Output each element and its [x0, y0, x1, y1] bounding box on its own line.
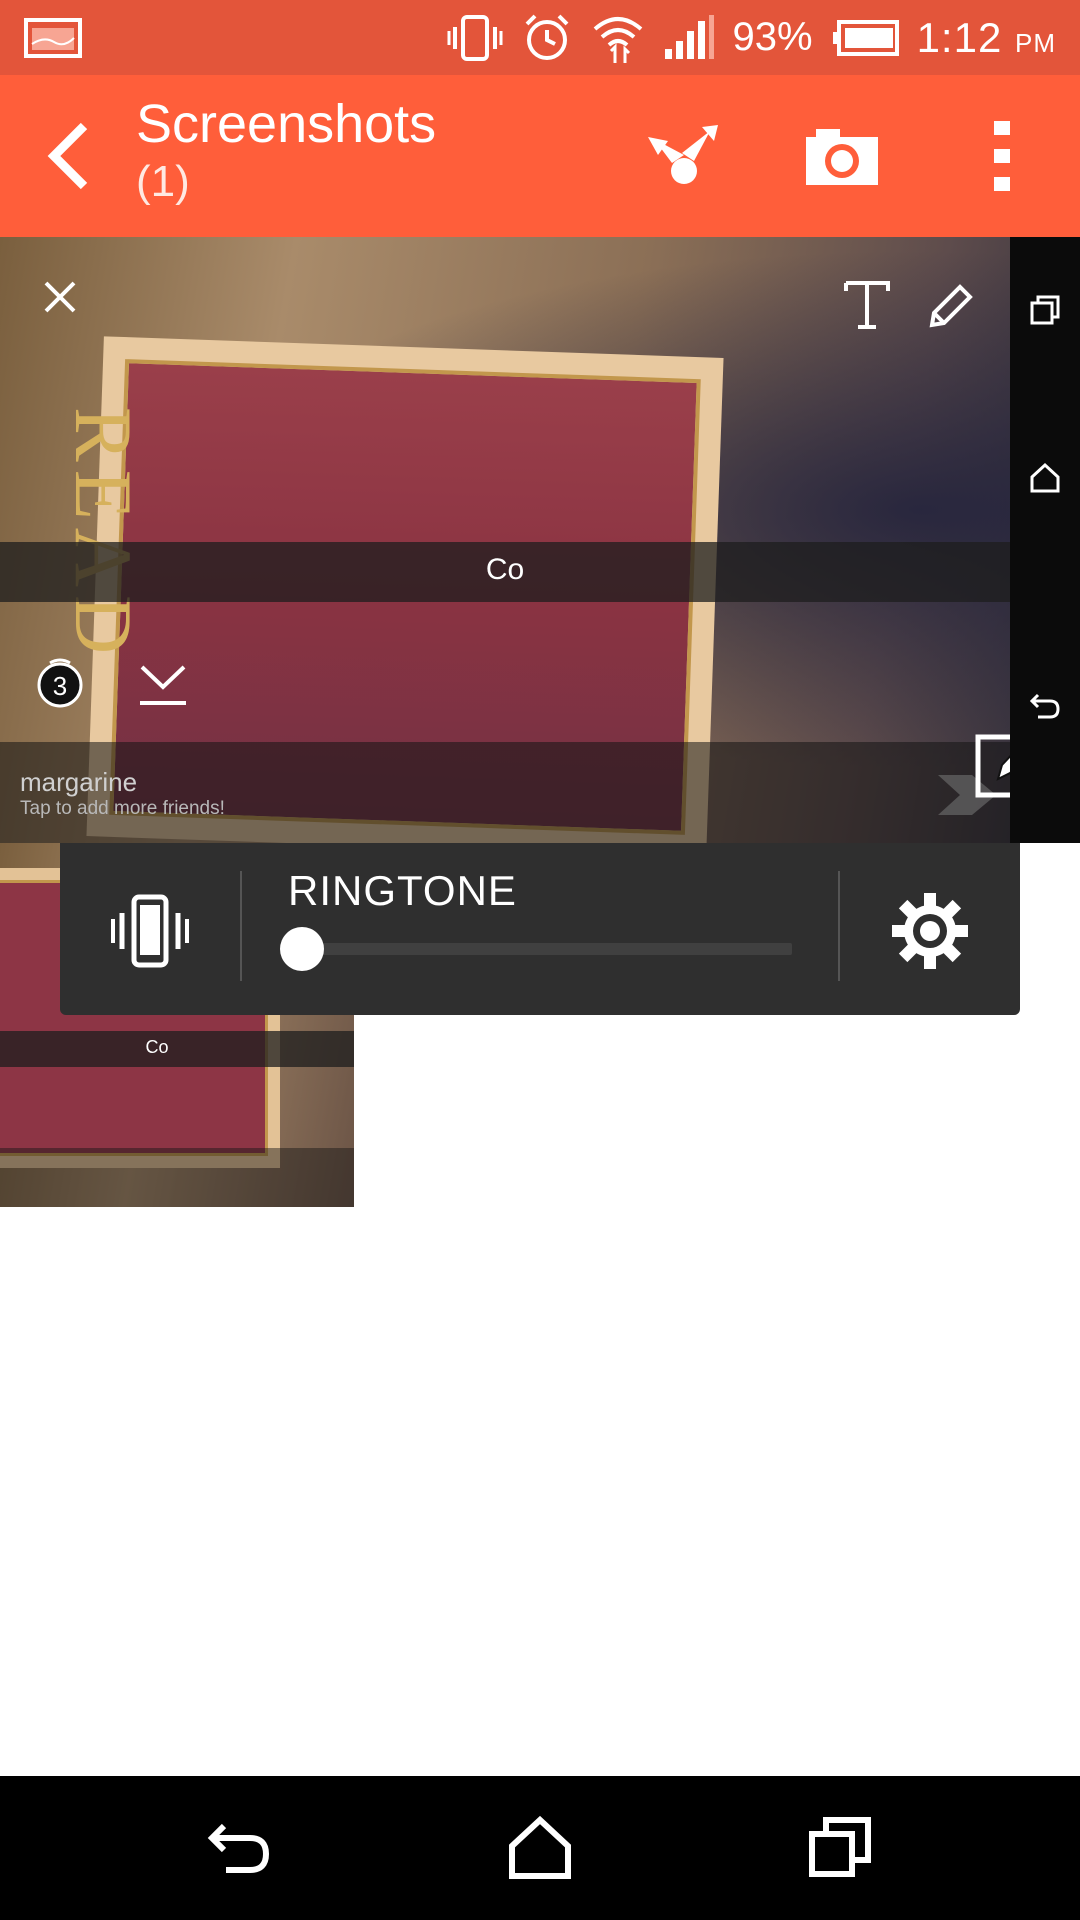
- page-title: Screenshots: [136, 94, 437, 154]
- download-icon[interactable]: [136, 661, 190, 709]
- caption-text: Co: [485, 553, 525, 586]
- friend-name[interactable]: margarine: [20, 767, 137, 798]
- poster-word: READ: [58, 407, 149, 663]
- back-icon: [1029, 693, 1060, 719]
- alarm-icon: [525, 14, 568, 60]
- item-count: (1): [136, 157, 190, 207]
- navigation-bar: [0, 1776, 1080, 1920]
- volume-popup: RINGTONE: [60, 843, 1020, 1015]
- close-icon[interactable]: [42, 279, 78, 315]
- recipients-bar[interactable]: [0, 742, 1010, 843]
- camera-icon[interactable]: [802, 117, 882, 197]
- embedded-nav-bar: [1010, 237, 1080, 843]
- screenshot-photo[interactable]: READ Co 3 margarine Tap to add more frie…: [0, 237, 1080, 843]
- timer-value: 3: [53, 671, 67, 701]
- action-bar: Screenshots (1): [0, 75, 1080, 237]
- home-icon: [1030, 462, 1060, 493]
- back-icon[interactable]: [40, 120, 100, 192]
- wifi-icon: [593, 16, 642, 63]
- pencil-icon[interactable]: [924, 281, 976, 333]
- notification-image-icon: [24, 18, 82, 58]
- recent-apps-icon[interactable]: [804, 1812, 876, 1884]
- overflow-menu-icon[interactable]: [962, 117, 1042, 197]
- clock: 1:12 PM: [916, 13, 1056, 61]
- divider: [838, 871, 840, 981]
- status-bar: 93% 1:12 PM: [0, 0, 1080, 75]
- volume-slider[interactable]: [292, 943, 792, 955]
- share-icon[interactable]: [644, 117, 724, 197]
- vibrate-icon: [447, 14, 503, 61]
- settings-gear-icon[interactable]: [890, 891, 970, 971]
- text-tool-icon[interactable]: [842, 279, 892, 331]
- timer-icon[interactable]: 3: [36, 655, 84, 709]
- recents-icon: [1030, 295, 1060, 325]
- signal-icon: [664, 14, 714, 59]
- vibrate-mode-icon[interactable]: [110, 891, 190, 971]
- battery-percent: 93%: [732, 15, 813, 59]
- thumbnail-bottom-strip: [0, 1148, 354, 1207]
- thumbnail-caption: Co: [145, 1037, 169, 1057]
- back-icon[interactable]: [204, 1812, 276, 1884]
- friend-hint: Tap to add more friends!: [20, 798, 225, 819]
- title-block: Screenshots (1): [136, 94, 437, 209]
- home-icon[interactable]: [504, 1812, 576, 1884]
- battery-icon: [832, 19, 899, 56]
- volume-stream-label: RINGTONE: [288, 867, 517, 914]
- volume-slider-thumb[interactable]: [280, 927, 324, 971]
- divider: [240, 871, 242, 981]
